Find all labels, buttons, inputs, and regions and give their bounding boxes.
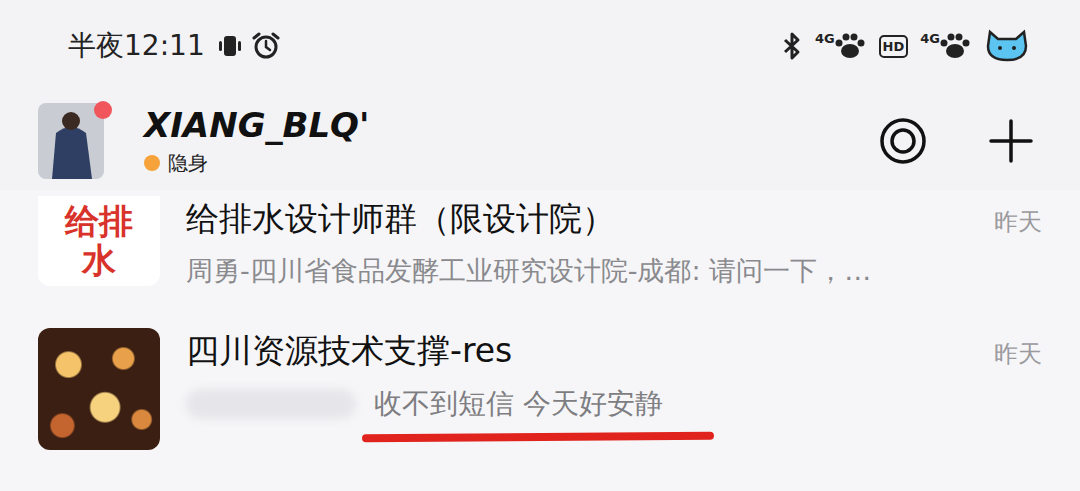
alarm-icon (251, 31, 281, 61)
signal-indicator: 4G (815, 31, 867, 61)
unread-dot (94, 101, 112, 119)
conversation-time: 昨天 (994, 206, 1042, 238)
group-avatar: 给排水 (38, 196, 160, 286)
conversation-preview: 周勇-四川省食品发酵工业研究设计院-成都: 请问一下，… (186, 252, 871, 290)
signal-icon (833, 31, 867, 61)
status-bar: 半夜12:11 4G HD 4G (0, 0, 1080, 92)
bluetooth-icon (781, 31, 803, 61)
battery-icon (984, 28, 1030, 64)
profile-name: XIANG_BLQ' (144, 105, 369, 146)
plus-icon[interactable] (988, 118, 1034, 164)
conversation-list: 给排水 给排水设计师群（限设计院） 昨天 周勇-四川省食品发酵工业研究设计院-成… (0, 190, 1080, 491)
red-underline-annotation (362, 432, 714, 442)
profile-avatar[interactable] (38, 103, 104, 179)
phone-screen: 半夜12:11 4G HD 4G XIANG_BLQ' 隐身 给排水 给排水设计师… (0, 0, 1080, 491)
clock: 半夜12:11 (68, 27, 205, 65)
network-type: 4G (920, 31, 940, 46)
profile[interactable]: XIANG_BLQ' 隐身 (38, 103, 369, 179)
blurred-sender (186, 389, 356, 419)
status-dot (144, 155, 160, 171)
avatar-label: 给排水 (62, 202, 137, 280)
network-type: 4G (815, 31, 835, 46)
online-status[interactable]: 隐身 (144, 150, 369, 177)
person-photo-icon (38, 103, 104, 179)
conversation-time: 昨天 (994, 338, 1042, 370)
hd-badge: HD (879, 35, 909, 58)
conversation-row[interactable]: 四川资源技术支撑-res 昨天 收不到短信 今天好安静 (0, 298, 1080, 450)
vibrate-icon (217, 33, 243, 59)
signal-icon (938, 31, 972, 61)
conversation-row[interactable]: 给排水 给排水设计师群（限设计院） 昨天 周勇-四川省食品发酵工业研究设计院-成… (0, 190, 1080, 298)
conversation-title: 四川资源技术支撑-res (186, 328, 512, 374)
signal-indicator: 4G (920, 31, 972, 61)
app-header: XIANG_BLQ' 隐身 (0, 92, 1080, 190)
camera-icon[interactable] (878, 116, 928, 166)
conversation-title: 给排水设计师群（限设计院） (186, 196, 615, 242)
conversation-preview: 收不到短信 今天好安静 (374, 384, 663, 423)
group-avatar (38, 328, 160, 450)
status-label: 隐身 (168, 150, 208, 177)
